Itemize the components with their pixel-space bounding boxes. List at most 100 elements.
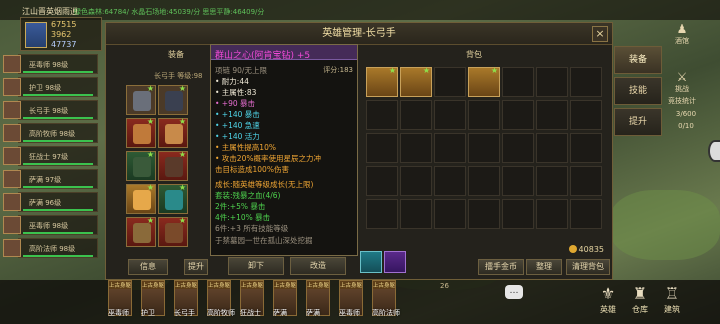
bag-slot-empty[interactable] <box>570 67 602 97</box>
set-name: 套装:残暴之血(4/6) <box>215 191 281 200</box>
chat-button[interactable]: … <box>505 285 523 299</box>
bag-slot-item[interactable]: ★ <box>468 66 500 97</box>
stat-line: • +90 暴击 <box>215 99 256 108</box>
bag-slot-empty[interactable] <box>434 166 466 196</box>
bag-slot-empty[interactable] <box>400 133 432 163</box>
roster-hero[interactable]: 长弓手 98级 <box>3 100 98 120</box>
bag-slot-item[interactable]: ★ <box>366 66 398 97</box>
bag-slot-empty[interactable] <box>536 166 568 196</box>
roster-hero[interactable]: 巫毒师 98级 <box>3 54 98 74</box>
bag-slot-empty[interactable] <box>502 100 534 130</box>
bag-slot-empty[interactable] <box>468 133 500 163</box>
info-button[interactable]: 信息 <box>128 259 168 275</box>
bottom-hero-card[interactable]: 上古身躯 高阶法师 <box>372 280 400 317</box>
sell-all-button[interactable]: 擂手金币 <box>478 259 524 275</box>
nav-heroes[interactable]: ⚜ 英雄 <box>592 284 624 320</box>
bottom-hero-card[interactable]: 上古身躯 萨满 <box>306 280 330 317</box>
bag-slot-empty[interactable] <box>400 100 432 130</box>
bag-slot-empty[interactable] <box>434 199 466 229</box>
roster-hero[interactable]: 萨满 97级 <box>3 169 98 189</box>
camera-handle[interactable] <box>708 140 720 162</box>
unequip-button[interactable]: 卸下 <box>228 257 284 275</box>
castle-icon: ♖ <box>664 284 680 303</box>
bag-slot-empty[interactable] <box>570 166 602 196</box>
bag-slot-empty[interactable] <box>468 166 500 196</box>
challenge-button[interactable]: ⚔ 挑战 <box>662 70 702 93</box>
equip-slot-weapon[interactable]: ★ <box>126 216 156 247</box>
bottom-hero-card[interactable]: 上古身躯 狂战士 <box>240 280 264 317</box>
hero-avatar <box>3 124 21 142</box>
nav-warehouse[interactable]: ♜ 仓库 <box>624 284 656 320</box>
promote-button[interactable]: 提升 <box>184 259 208 275</box>
bag-slot-empty[interactable] <box>434 133 466 163</box>
tavern-icon: ♟ <box>676 22 688 36</box>
equip-slot-ring[interactable]: ★ <box>126 183 156 214</box>
resource-gold: 67515 <box>51 20 77 29</box>
roster-hero[interactable]: 狂战士 97级 <box>3 146 98 166</box>
bottom-hero-card[interactable]: 上古身躯 护卫 <box>141 280 165 317</box>
bottom-hero-card[interactable]: 上古身躯 高阶牧师 <box>207 280 235 317</box>
bag-slot-empty[interactable] <box>570 133 602 163</box>
tab-skills[interactable]: 技能 <box>614 77 662 105</box>
roster-hero[interactable]: 护卫 98级 <box>3 77 98 97</box>
bag-slot-empty[interactable] <box>366 133 398 163</box>
equip-slot-gloves[interactable]: ★ <box>126 150 156 181</box>
bag-slot-empty[interactable] <box>468 199 500 229</box>
bag-slot-empty[interactable] <box>502 67 534 97</box>
tab-promote[interactable]: 提升 <box>614 108 662 136</box>
set-bonus: 2件:+5% 暴击 <box>215 202 266 211</box>
roster-hero[interactable]: 巫毒师 98级 <box>3 215 98 235</box>
bag-slot-empty[interactable] <box>536 199 568 229</box>
equip-slot-cape[interactable]: ★ <box>158 84 188 115</box>
bag-slot-empty[interactable] <box>400 166 432 196</box>
bag-slot-empty[interactable] <box>536 67 568 97</box>
bag-slot-item[interactable]: ★ <box>400 66 432 97</box>
bottom-hero-card[interactable]: 上古身躯 长弓手 <box>174 280 198 317</box>
bag-slot-empty[interactable] <box>366 199 398 229</box>
stat-line: • +140 暴击 <box>215 110 260 119</box>
equip-slot-helmet[interactable]: ★ <box>126 84 156 115</box>
bag-slot-empty[interactable] <box>468 100 500 130</box>
bag-slot-item[interactable] <box>360 251 382 273</box>
bag-slot-empty[interactable] <box>570 100 602 130</box>
bag-slot-empty[interactable] <box>400 199 432 229</box>
equip-slot-offhand[interactable]: ★ <box>158 216 188 247</box>
close-button[interactable]: × <box>592 26 608 42</box>
bottom-hero-card[interactable]: 上古身躯 巫毒师 <box>339 280 363 317</box>
bag-slot-empty[interactable] <box>536 133 568 163</box>
hero-avatar <box>3 101 21 119</box>
bottom-hero-card[interactable]: 上古身躯 萨满 <box>273 280 297 317</box>
roster-hero[interactable]: 萨满 96级 <box>3 192 98 212</box>
roster-hero[interactable]: 高阶法师 98级 <box>3 238 98 258</box>
equip-slot-armor[interactable]: ★ <box>126 117 156 148</box>
equip-slot-legs[interactable]: ★ <box>158 117 188 148</box>
bag-slot-empty[interactable] <box>502 133 534 163</box>
bag-slot-empty[interactable] <box>502 166 534 196</box>
tab-equipment[interactable]: 装备 <box>614 46 662 74</box>
bag-slot-empty[interactable] <box>366 100 398 130</box>
bag-slot-empty[interactable] <box>434 67 466 97</box>
bag-slot-empty[interactable] <box>502 199 534 229</box>
bag-slot-empty[interactable] <box>434 100 466 130</box>
bag-slot-empty[interactable] <box>366 166 398 196</box>
gold-counter: 40835 <box>568 245 604 254</box>
clear-bag-button[interactable]: 清理背包 <box>566 259 610 275</box>
guild-flag-icon[interactable] <box>25 22 47 48</box>
reforge-button[interactable]: 改造 <box>290 257 346 275</box>
item-score: 评分:183 <box>323 66 353 74</box>
hero-management-panel: 英雄管理-长弓手 × 装备 背包 长弓手 等级:98 ★ ★ ★ ★ ★ ★ ★… <box>105 22 613 280</box>
bag-slot-item[interactable] <box>384 251 406 273</box>
roster-hero[interactable]: 高阶牧师 98级 <box>3 123 98 143</box>
bottom-hero-card[interactable]: 上古身躯 巫毒师 <box>108 280 132 317</box>
bag-slot-empty[interactable] <box>570 199 602 229</box>
stat-line: • 主属性提高10% <box>215 143 276 152</box>
zone-progress: 绿色森林:64784/ 水晶石场地:45039/分 思思平静:46409/分 <box>74 8 265 16</box>
nav-buildings[interactable]: ♖ 建筑 <box>656 284 688 320</box>
tavern-button[interactable]: ♟ 酒馆 <box>662 22 702 45</box>
equip-slot-boots[interactable]: ★ <box>158 150 188 181</box>
hero-icon: ⚜ <box>600 284 616 303</box>
sort-button[interactable]: 整理 <box>526 259 562 275</box>
resource-panel: 67515 3962 47737 <box>20 17 102 51</box>
equip-slot-rune[interactable]: ★ <box>158 183 188 214</box>
bag-slot-empty[interactable] <box>536 100 568 130</box>
